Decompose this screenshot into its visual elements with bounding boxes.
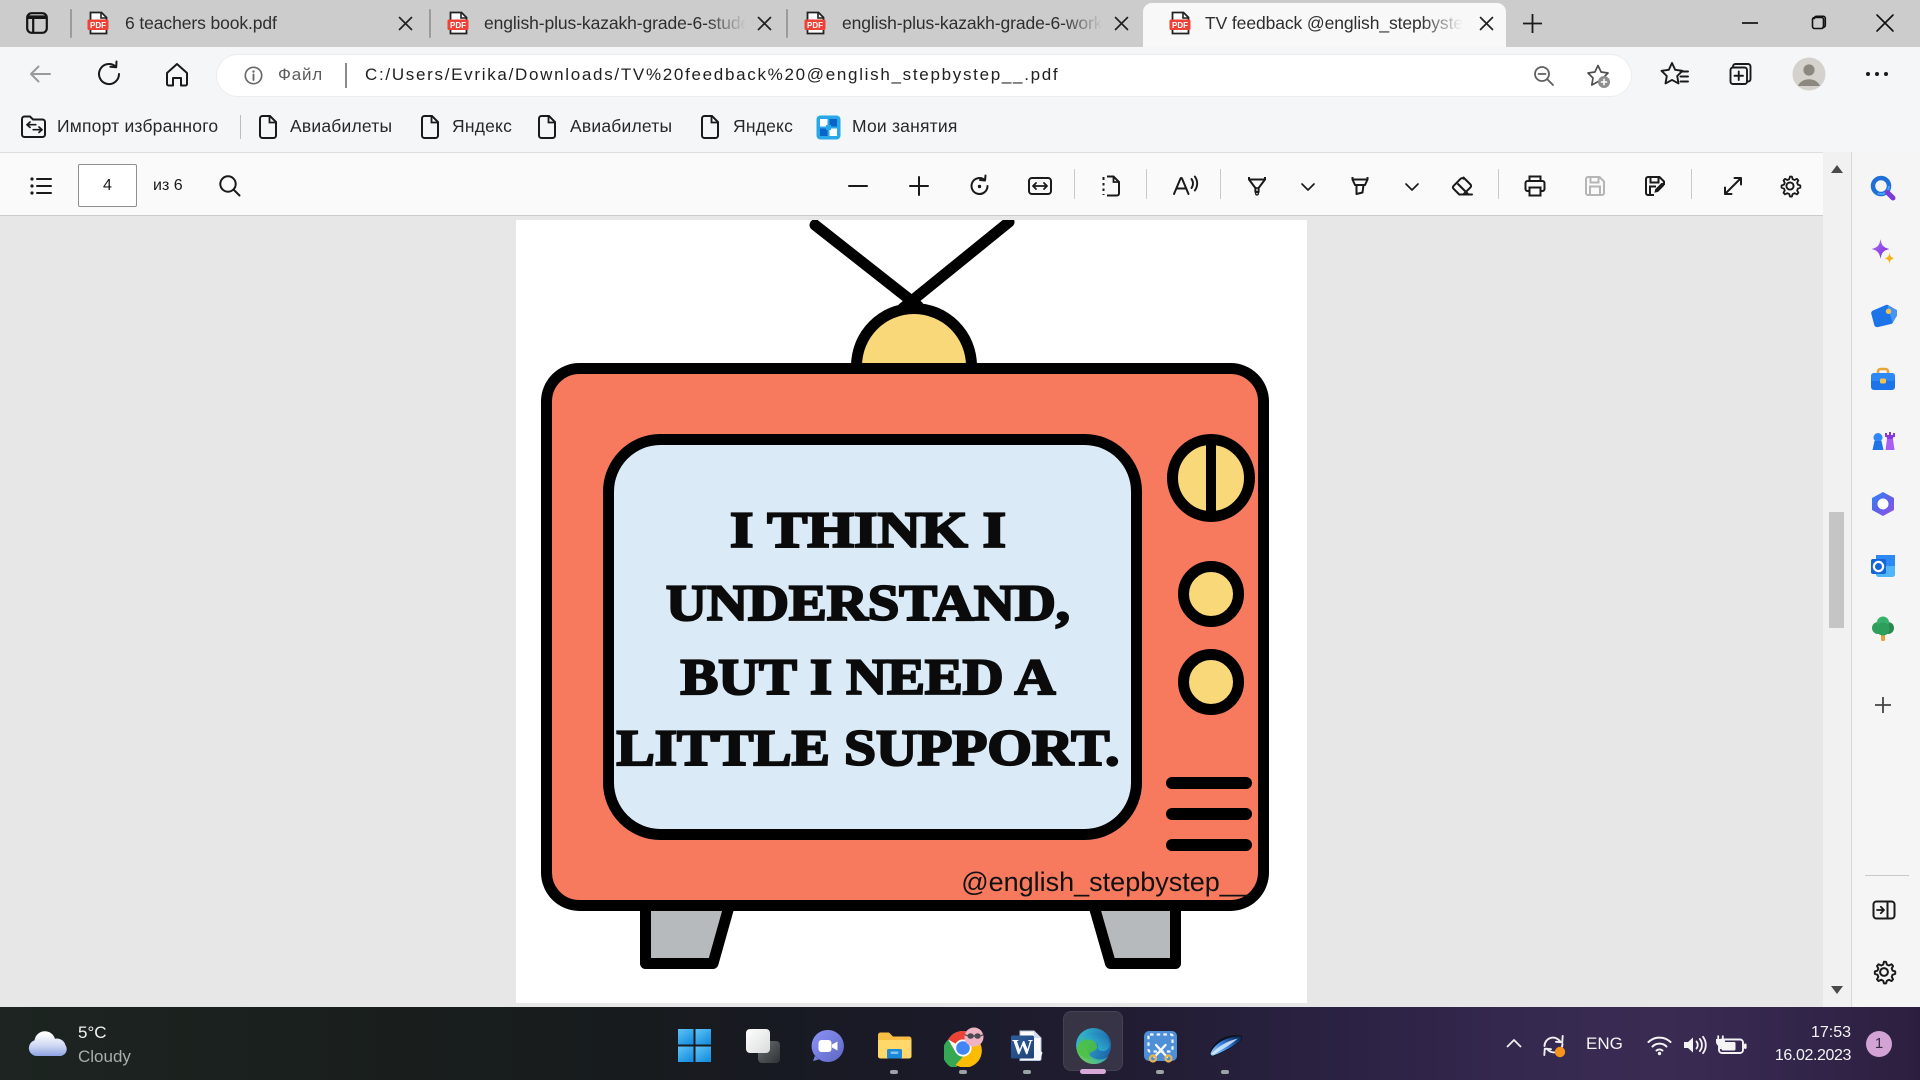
- svg-text:@english_stepbystep__: @english_stepbystep__: [961, 867, 1251, 897]
- svg-text:LITTLE SUPPORT.: LITTLE SUPPORT.: [617, 721, 1120, 777]
- svg-text:I THINK I: I THINK I: [730, 503, 1006, 559]
- svg-text:PDF: PDF: [450, 21, 466, 30]
- svg-text:PDF: PDF: [1172, 21, 1188, 30]
- svg-text:W: W: [1012, 1035, 1033, 1059]
- svg-text:PDF: PDF: [807, 21, 823, 30]
- svg-text:BUT I NEED A: BUT I NEED A: [681, 650, 1056, 706]
- svg-text:UNDERSTAND,: UNDERSTAND,: [666, 576, 1070, 632]
- svg-text:PDF: PDF: [90, 21, 106, 30]
